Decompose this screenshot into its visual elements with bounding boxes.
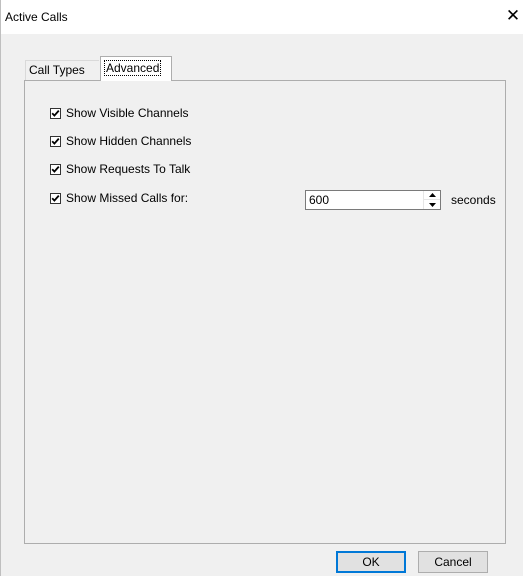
tab-advanced[interactable]: Advanced	[100, 56, 172, 81]
option-show-missed-calls[interactable]: Show Missed Calls for:	[50, 190, 188, 206]
option-show-hidden-channels[interactable]: Show Hidden Channels	[50, 133, 191, 149]
show-missed-calls-label: Show Missed Calls for:	[66, 191, 189, 205]
tab-call-types[interactable]: Call Types	[25, 60, 99, 80]
spin-buttons	[423, 191, 440, 209]
missed-calls-seconds-input[interactable]	[306, 191, 422, 209]
ok-button[interactable]: OK	[336, 551, 406, 573]
checkmark-icon	[51, 137, 60, 145]
show-visible-channels-label: Show Visible Channels	[66, 106, 189, 120]
show-missed-calls-checkbox[interactable]	[50, 192, 61, 204]
checkmark-icon	[51, 109, 60, 117]
active-calls-dialog: Active Calls ✕ Call Types Advanced Show …	[0, 0, 523, 576]
seconds-unit-label: seconds	[451, 193, 496, 207]
checkmark-icon	[51, 194, 60, 202]
window-title: Active Calls	[5, 10, 68, 24]
show-hidden-channels-checkbox[interactable]	[50, 135, 61, 147]
show-requests-to-talk-checkbox[interactable]	[50, 163, 61, 175]
missed-calls-seconds-stepper[interactable]	[305, 190, 441, 210]
spin-down-arrow-icon	[428, 202, 436, 207]
close-icon: ✕	[505, 6, 521, 25]
show-hidden-channels-label: Show Hidden Channels	[66, 134, 192, 148]
option-show-visible-channels[interactable]: Show Visible Channels	[50, 105, 189, 121]
show-requests-to-talk-label: Show Requests To Talk	[66, 162, 191, 176]
spin-up-arrow-icon	[428, 193, 436, 197]
option-show-requests-to-talk[interactable]: Show Requests To Talk	[50, 161, 190, 177]
close-button[interactable]: ✕	[502, 5, 523, 29]
tab-advanced-label: Advanced	[104, 60, 162, 76]
spin-down-button[interactable]	[424, 200, 440, 209]
spin-up-button[interactable]	[424, 191, 440, 200]
advanced-tab-panel: Show Visible Channels Show Hidden Channe…	[24, 80, 506, 544]
cancel-button[interactable]: Cancel	[418, 551, 488, 573]
checkmark-icon	[51, 165, 60, 173]
title-bar[interactable]: Active Calls ✕	[1, 0, 523, 34]
tab-call-types-label: Call Types	[29, 63, 85, 77]
show-visible-channels-checkbox[interactable]	[50, 107, 61, 119]
